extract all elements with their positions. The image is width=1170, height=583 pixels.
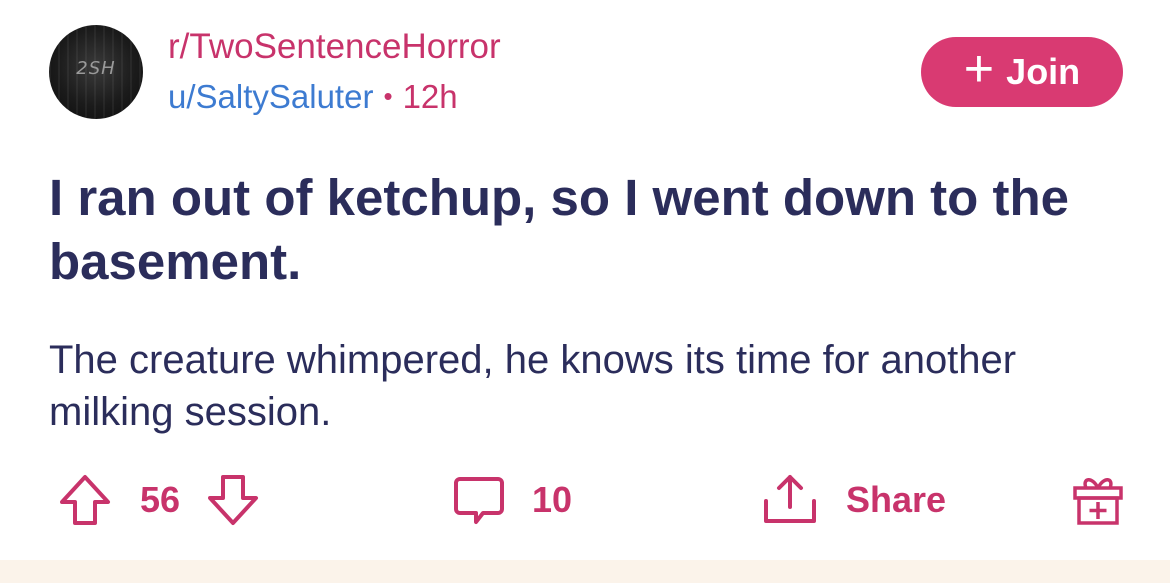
vote-score: 56 — [140, 479, 181, 520]
share-icon — [760, 471, 820, 529]
plus-icon: + — [963, 40, 995, 98]
vote-group: 56 — [56, 470, 262, 530]
author-link[interactable]: u/SaltySaluter — [168, 78, 373, 115]
post-timestamp: 12h — [402, 78, 458, 115]
arrow-up-icon[interactable] — [56, 471, 114, 529]
comments-button[interactable]: 10 — [450, 470, 572, 530]
comment-count: 10 — [532, 479, 573, 520]
comment-bubble-icon — [450, 471, 508, 529]
post-title[interactable]: I ran out of ketchup, so I went down to … — [49, 166, 1109, 294]
subreddit-avatar[interactable]: 2SH — [49, 25, 143, 119]
post-card: 2SH r/TwoSentenceHorror u/SaltySaluter • 1… — [0, 0, 1170, 560]
gift-icon — [1069, 471, 1127, 529]
subreddit-name-link[interactable]: r/TwoSentenceHorror — [168, 26, 501, 68]
arrow-down-icon[interactable] — [204, 471, 262, 529]
join-button-label: Join — [1006, 51, 1081, 92]
share-label: Share — [846, 479, 947, 520]
avatar-logo-text: 2SH — [76, 58, 116, 79]
post-meta: u/SaltySaluter • 12h — [168, 76, 458, 120]
join-button[interactable]: + Join — [921, 37, 1123, 107]
meta-separator: • — [383, 81, 393, 111]
share-button[interactable]: Share — [760, 470, 946, 530]
award-button[interactable] — [1069, 470, 1127, 530]
post-body: The creature whimpered, he knows its tim… — [49, 338, 1017, 434]
footer-strip — [0, 560, 1170, 583]
